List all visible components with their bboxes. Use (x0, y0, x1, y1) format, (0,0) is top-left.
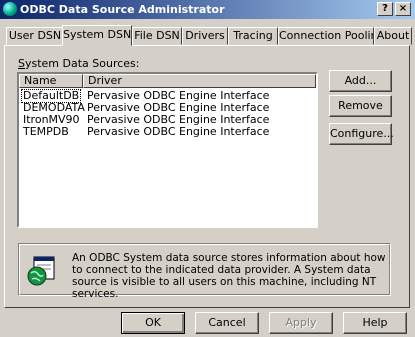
tab-connection-pooling[interactable]: Connection Pooling (278, 27, 374, 45)
apply-button[interactable]: Apply (269, 312, 333, 334)
window-title: ODBC Data Source Administrator (20, 3, 225, 16)
odbc-globe-icon (3, 2, 17, 16)
dsn-name: TEMPDB (23, 125, 69, 138)
odbc-admin-window: ODBC Data Source Administrator ? × User … (0, 0, 415, 337)
info-box: An ODBC System data source stores inform… (18, 243, 391, 300)
help-button[interactable]: Help (343, 312, 407, 334)
configure-button[interactable]: Configure... (329, 123, 394, 145)
tab-user-dsn[interactable]: User DSN (6, 27, 64, 45)
cancel-button[interactable]: Cancel (195, 312, 259, 334)
data-sources-list[interactable]: Name Driver DefaultDB Pervasive ODBC Eng… (17, 72, 318, 228)
odbc-globe-icon (27, 256, 55, 286)
ok-button[interactable]: OK (121, 312, 185, 334)
title-bar[interactable]: ODBC Data Source Administrator ? × (0, 0, 415, 19)
tab-system-dsn[interactable]: System DSN (62, 25, 132, 46)
tab-file-dsn[interactable]: File DSN (132, 27, 182, 45)
tab-tracing[interactable]: Tracing (228, 27, 278, 45)
tab-about[interactable]: About (374, 27, 412, 45)
list-item[interactable]: TEMPDB Pervasive ODBC Engine Interface (19, 126, 316, 138)
remove-button[interactable]: Remove (329, 95, 392, 117)
column-header-name[interactable]: Name (19, 74, 83, 88)
info-description: An ODBC System data source stores inform… (72, 252, 386, 300)
add-button[interactable]: Add... (329, 70, 392, 92)
dsn-driver: Pervasive ODBC Engine Interface (87, 125, 270, 138)
system-data-sources-label: System Data Sources: (18, 57, 140, 70)
tab-drivers[interactable]: Drivers (182, 27, 228, 45)
close-title-button[interactable]: × (395, 2, 411, 16)
list-header: Name Driver (19, 74, 316, 88)
help-title-button[interactable]: ? (377, 2, 393, 16)
column-header-driver[interactable]: Driver (83, 74, 316, 88)
